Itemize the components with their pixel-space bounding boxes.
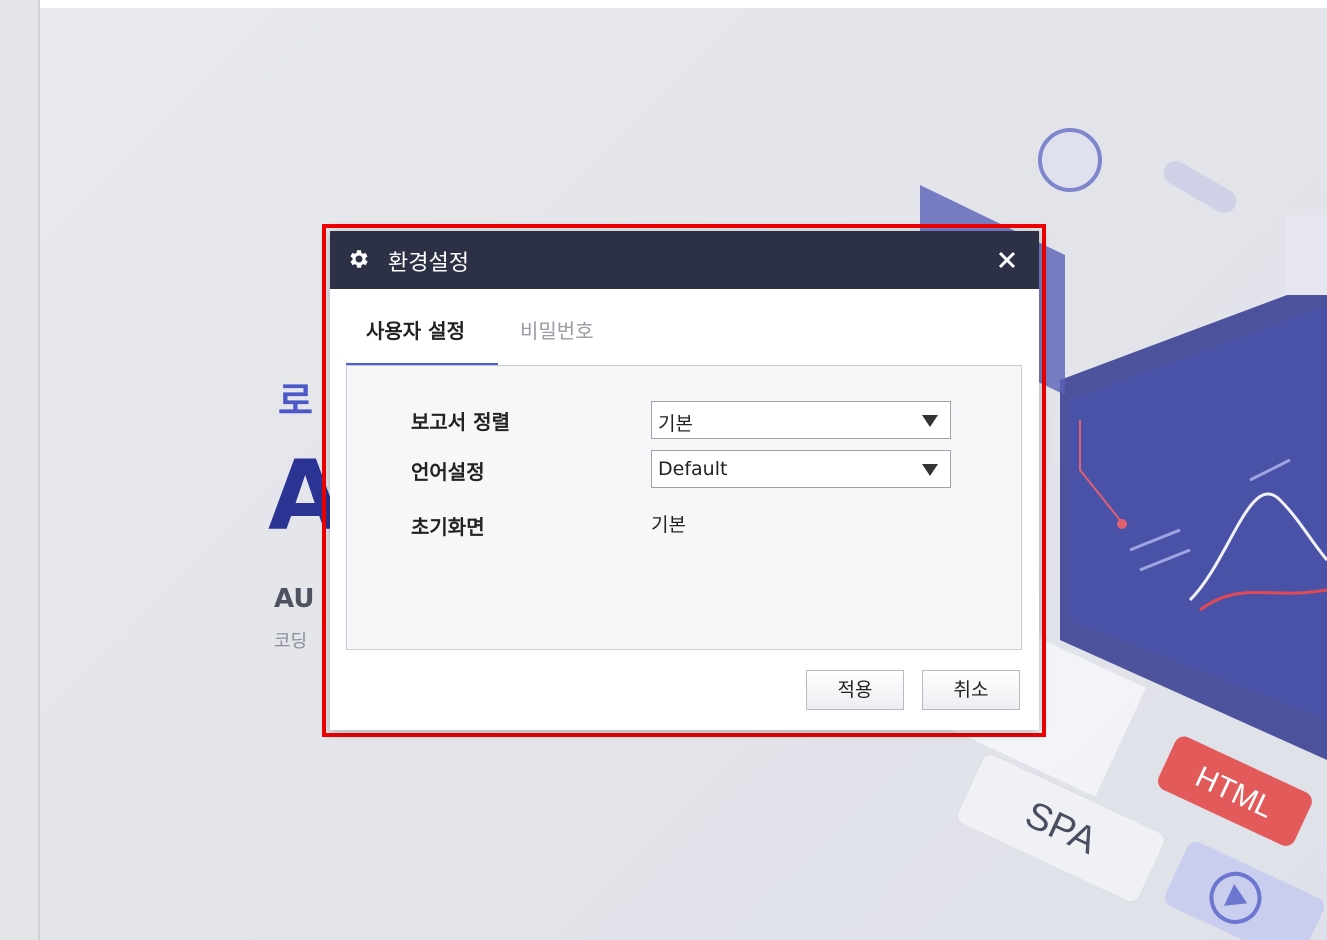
start-screen-value: 기본 — [651, 514, 686, 536]
tab-user-settings-label: 사용자 설정 — [366, 319, 465, 343]
dialog-title-bar: 환경설정 — [330, 231, 1039, 289]
top-strip — [0, 0, 1327, 8]
tab-user-settings[interactable]: 사용자 설정 — [346, 307, 498, 367]
report-sort-select[interactable]: 기본 — [651, 401, 951, 439]
html-badge: HTML — [1158, 736, 1312, 846]
report-sort-label: 보고서 정렬 — [411, 410, 510, 434]
language-select[interactable]: Default — [651, 450, 951, 488]
close-icon[interactable] — [994, 247, 1020, 273]
settings-panel: 보고서 정렬 기본 언어설정 Default 초기화면 기본 — [346, 365, 1022, 650]
chevron-down-icon — [922, 415, 938, 427]
left-strip — [0, 0, 40, 940]
report-sort-value: 기본 — [658, 413, 693, 435]
dialog-title: 환경설정 — [388, 251, 469, 276]
gear-icon — [350, 250, 368, 268]
hero-subtitle: AU — [274, 584, 315, 614]
apply-button[interactable]: 적용 — [806, 670, 904, 710]
chevron-down-icon — [922, 464, 938, 476]
language-label: 언어설정 — [411, 460, 485, 484]
hero-caption: 코딩 — [274, 631, 308, 652]
cancel-button[interactable]: 취소 — [922, 670, 1020, 710]
language-value: Default — [658, 458, 728, 480]
tab-password[interactable]: 비밀번호 — [520, 307, 630, 365]
hero-small-text: 로 — [278, 379, 313, 423]
tab-password-label: 비밀번호 — [520, 319, 594, 343]
start-screen-label: 초기화면 — [411, 515, 485, 539]
settings-dialog: 환경설정 사용자 설정 비밀번호 보고서 정렬 기본 언어설정 Default … — [330, 231, 1039, 730]
